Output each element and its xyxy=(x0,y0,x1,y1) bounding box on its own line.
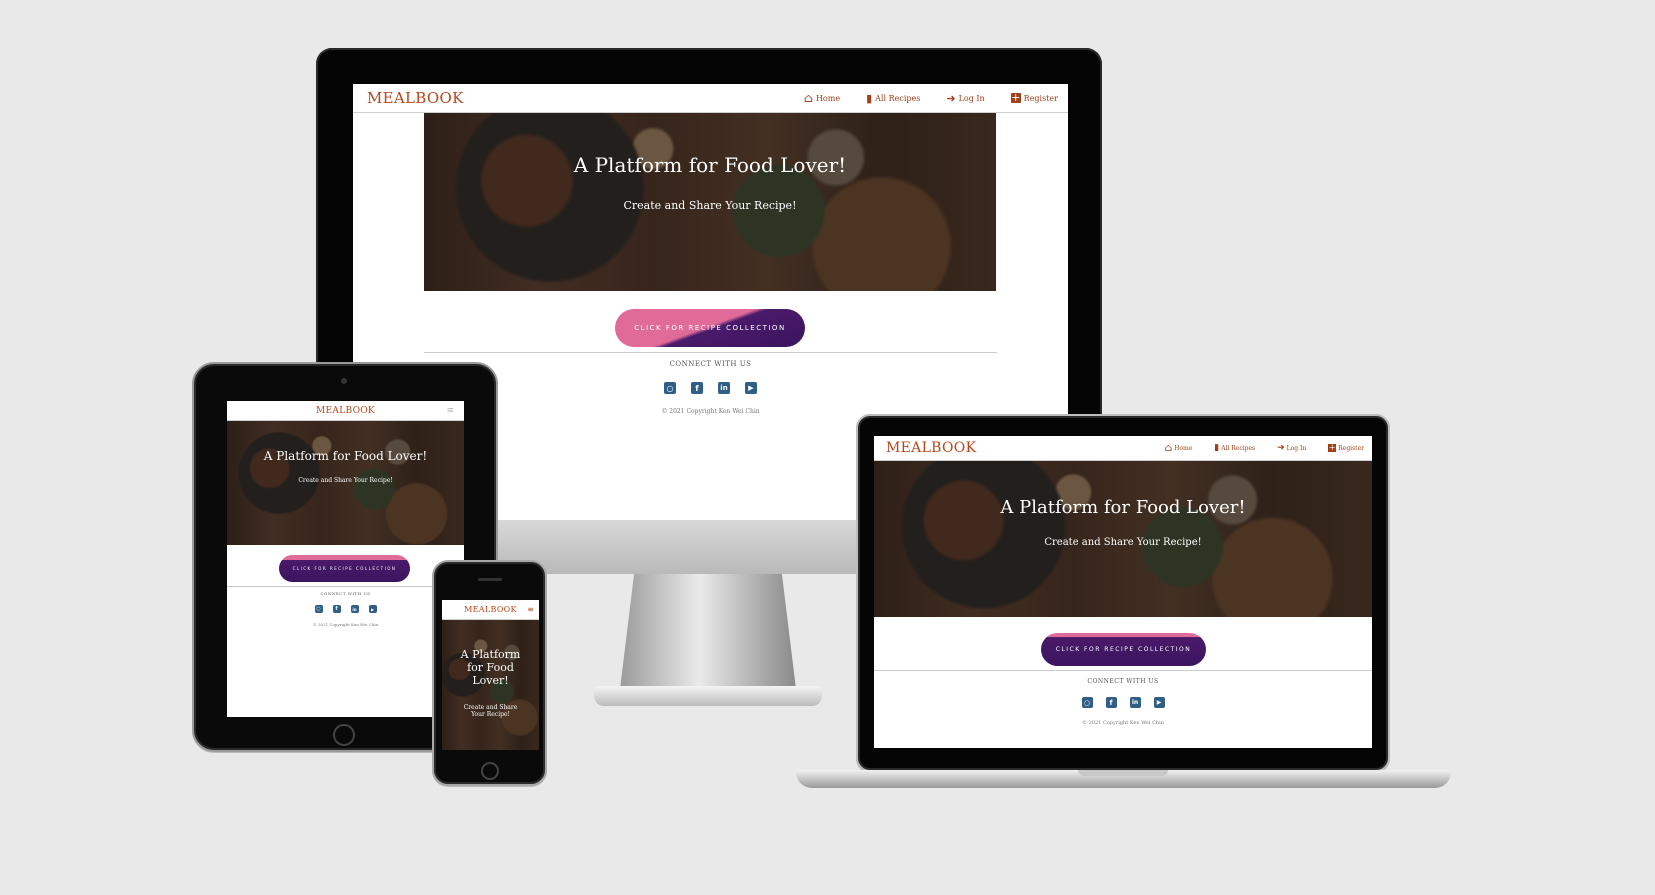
tablet-hero: A Platform for Food Lover! Create and Sh… xyxy=(227,421,464,545)
laptop-connect-label: CONNECT WITH US xyxy=(1087,678,1159,685)
hamburger-menu-icon[interactable]: ≡ xyxy=(527,605,534,614)
laptop-hero-title: A Platform for Food Lover! xyxy=(1000,497,1246,518)
laptop-hero-subtitle: Create and Share Your Recipe! xyxy=(1044,537,1202,548)
laptop-notch xyxy=(1078,770,1168,776)
phone-speaker xyxy=(478,578,502,581)
github-icon[interactable]: ○ xyxy=(314,605,323,613)
laptop-copyright: © 2021 Copyright Ken Wei Chin xyxy=(1082,720,1164,726)
nav-all-recipes[interactable]: ▮ All Recipes xyxy=(1214,443,1255,453)
youtube-icon[interactable]: ▶ xyxy=(368,605,377,613)
home-icon: ⌂ xyxy=(1164,442,1173,454)
youtube-icon[interactable]: ▶ xyxy=(745,382,757,394)
laptop-divider xyxy=(874,670,1372,671)
phone-hero-title: A Platform for Food Lover! xyxy=(460,648,521,687)
phone: MEALBOOK ≡ A Platform for Food Lover! Cr… xyxy=(432,560,547,786)
hamburger-menu-icon[interactable]: ≡ xyxy=(446,406,454,416)
home-icon: ⌂ xyxy=(803,91,813,105)
tablet-hero-subtitle: Create and Share Your Recipe! xyxy=(298,477,393,484)
laptop: MEALBOOK ⌂ Home ▮ All Recipes ➜ Log In + Reg… xyxy=(856,414,1390,772)
nav-home-label: Home xyxy=(1174,444,1193,452)
nav-links: ⌂ Home ▮ All Recipes ➜ Log In + Register xyxy=(804,91,1058,105)
footer-divider xyxy=(424,352,997,353)
facebook-icon[interactable]: f xyxy=(1105,697,1117,708)
nav-login-label: Log In xyxy=(958,93,985,103)
tablet-navbar: MEALBOOK ≡ xyxy=(227,401,464,421)
laptop-screen: MEALBOOK ⌂ Home ▮ All Recipes ➜ Log In + Reg… xyxy=(874,436,1372,748)
github-icon[interactable]: ○ xyxy=(1081,697,1093,708)
monitor-base xyxy=(594,686,822,706)
nav-all-recipes[interactable]: ▮ All Recipes xyxy=(866,92,920,105)
tablet-home-button[interactable] xyxy=(333,724,355,746)
linkedin-icon[interactable]: in xyxy=(350,605,359,613)
linkedin-icon[interactable]: in xyxy=(718,382,730,394)
phone-brand[interactable]: MEALBOOK xyxy=(464,605,517,614)
register-icon: + xyxy=(1010,91,1021,104)
facebook-icon[interactable]: f xyxy=(691,382,703,394)
nav-all-recipes-label: All Recipes xyxy=(1221,444,1256,452)
nav-home[interactable]: ⌂ Home xyxy=(804,91,840,105)
nav-register[interactable]: + Register xyxy=(1328,444,1364,452)
recipe-collection-button[interactable]: CLICK FOR RECIPE COLLECTION xyxy=(615,309,805,347)
phone-hero: A Platform for Food Lover! Create and Sh… xyxy=(442,620,539,750)
hero-banner: A Platform for Food Lover! Create and Sh… xyxy=(424,113,996,291)
nav-login[interactable]: ➜ Log In xyxy=(946,92,984,105)
tablet-social-links: ○ f in ▶ xyxy=(227,605,464,613)
linkedin-icon[interactable]: in xyxy=(1129,697,1141,708)
hero-subtitle: Create and Share Your Recipe! xyxy=(623,199,797,212)
laptop-brand[interactable]: MEALBOOK xyxy=(886,440,976,456)
tablet-recipe-button[interactable]: CLICK FOR RECIPE COLLECTION xyxy=(279,555,410,582)
phone-navbar: MEALBOOK ≡ xyxy=(442,600,539,620)
tablet-camera xyxy=(341,378,347,384)
register-icon: + xyxy=(1328,443,1337,452)
tablet-copyright: © 2021 Copyright Ken Wei Chin xyxy=(312,622,379,627)
laptop-hero: A Platform for Food Lover! Create and Sh… xyxy=(874,461,1372,617)
laptop-recipe-button[interactable]: CLICK FOR RECIPE COLLECTION xyxy=(1041,633,1206,666)
hero-title: A Platform for Food Lover! xyxy=(573,153,847,177)
tablet-brand[interactable]: MEALBOOK xyxy=(316,406,375,416)
monitor-neck xyxy=(620,574,796,689)
nav-register-label: Register xyxy=(1338,444,1364,452)
login-icon: ➜ xyxy=(946,91,956,105)
nav-register-label: Register xyxy=(1023,93,1058,103)
youtube-icon[interactable]: ▶ xyxy=(1153,697,1165,708)
navbar: MEALBOOK ⌂ Home ▮ All Recipes ➜ Log In + Reg… xyxy=(353,84,1068,113)
book-icon: ▮ xyxy=(1214,443,1220,453)
nav-register[interactable]: + Register xyxy=(1010,91,1058,104)
laptop-social-links: ○ f in ▶ xyxy=(874,697,1372,708)
nav-home-label: Home xyxy=(815,93,841,103)
phone-screen: MEALBOOK ≡ A Platform for Food Lover! Cr… xyxy=(442,600,539,750)
brand-logo[interactable]: MEALBOOK xyxy=(367,89,464,107)
tablet-divider xyxy=(227,586,464,587)
login-icon: ➜ xyxy=(1277,443,1285,453)
phone-hero-subtitle: Create and Share Your Recipe! xyxy=(463,704,518,718)
github-icon[interactable]: ○ xyxy=(664,382,676,394)
laptop-nav-links: ⌂ Home ▮ All Recipes ➜ Log In + Register xyxy=(1165,443,1364,454)
book-icon: ▮ xyxy=(866,91,873,105)
facebook-icon[interactable]: f xyxy=(332,605,341,613)
phone-home-button[interactable] xyxy=(481,762,499,780)
nav-login-label: Log In xyxy=(1286,444,1307,452)
tablet-screen: MEALBOOK ≡ A Platform for Food Lover! Cr… xyxy=(227,401,464,717)
nav-login[interactable]: ➜ Log In xyxy=(1277,443,1306,453)
laptop-navbar: MEALBOOK ⌂ Home ▮ All Recipes ➜ Log In + Reg… xyxy=(874,436,1372,461)
tablet-connect-label: CONNECT WITH US xyxy=(320,591,371,596)
nav-all-recipes-label: All Recipes xyxy=(875,93,921,103)
nav-home[interactable]: ⌂ Home xyxy=(1165,443,1193,454)
tablet-hero-title: A Platform for Food Lover! xyxy=(263,449,428,463)
